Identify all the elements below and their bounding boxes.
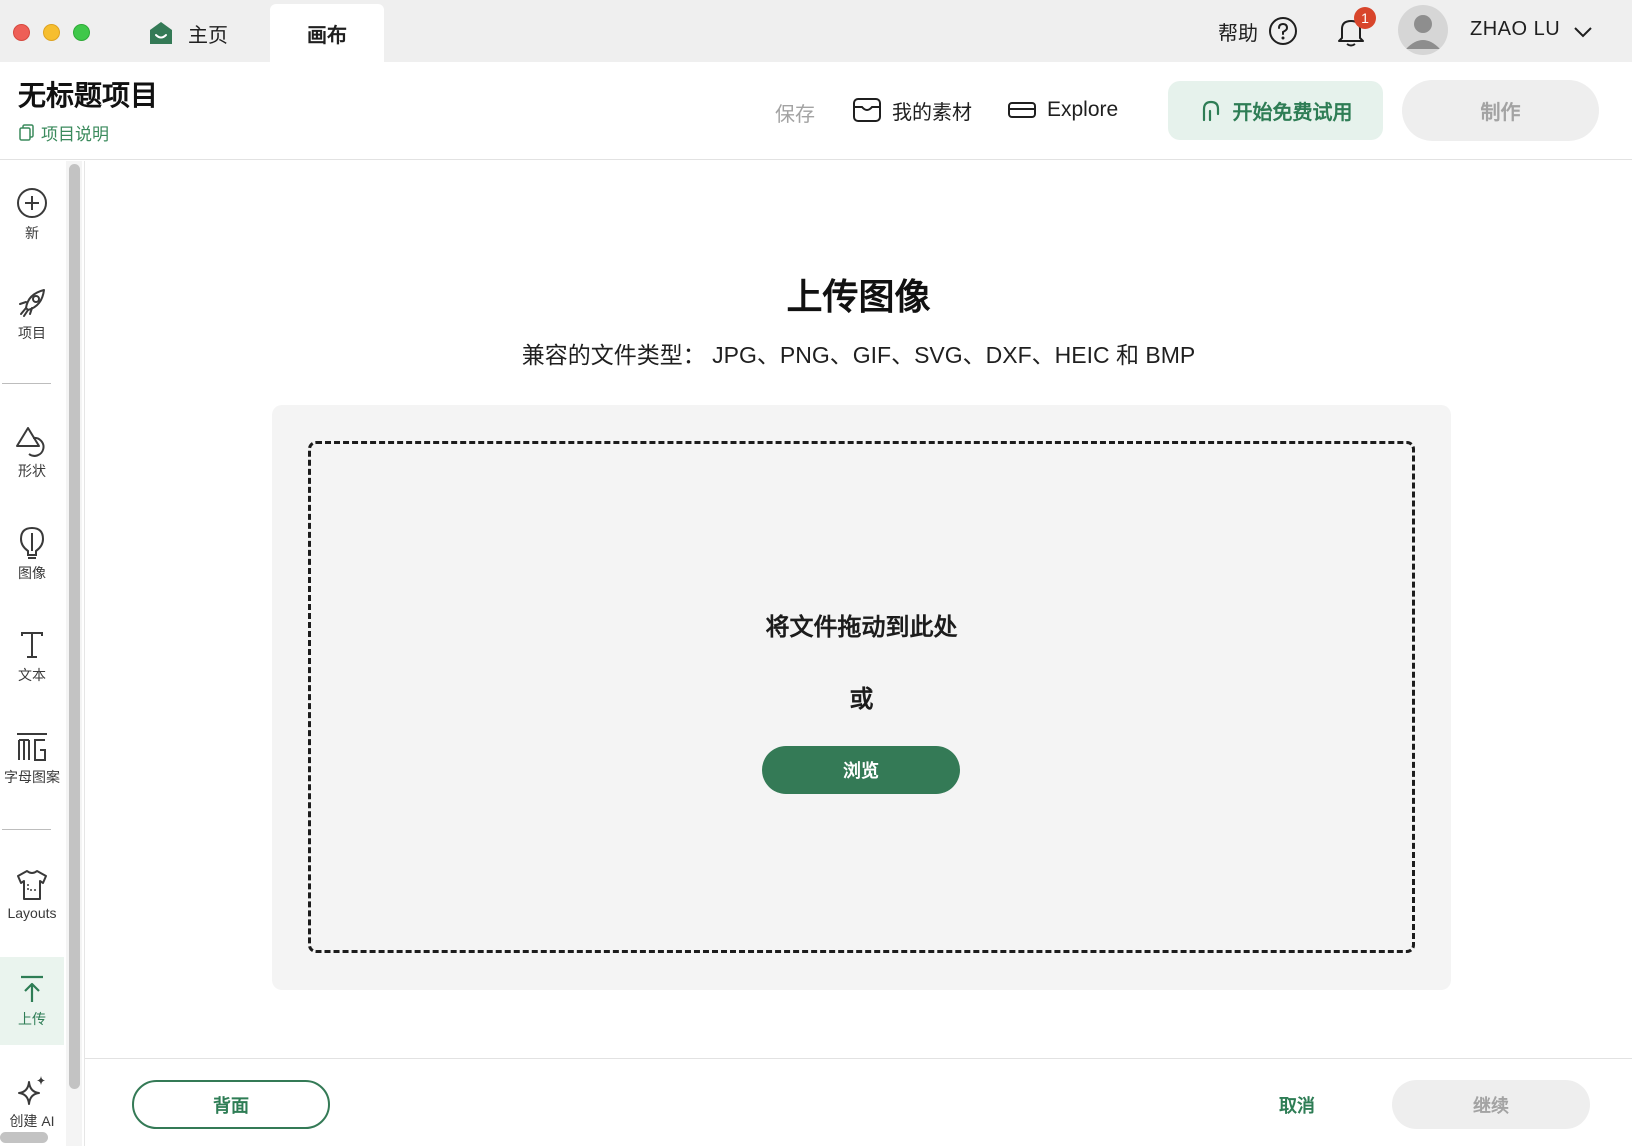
username[interactable]: ZHAO LU	[1470, 18, 1560, 41]
window-minimize-button[interactable]	[43, 24, 60, 41]
sidebar-item-label: Layouts	[7, 905, 57, 921]
project-description-link[interactable]: 项目说明	[19, 120, 109, 145]
sidebar-item-label: 字母图案	[4, 769, 60, 785]
chevron-down-icon[interactable]	[1572, 21, 1594, 43]
save-button[interactable]: 保存	[775, 98, 815, 127]
rocket-icon	[16, 285, 48, 321]
project-title[interactable]: 无标题项目	[18, 74, 158, 114]
shapes-icon	[15, 423, 49, 459]
make-button[interactable]: 制作	[1402, 80, 1599, 141]
sidebar-item-upload[interactable]: 上传	[0, 957, 64, 1045]
sidebar-divider	[2, 829, 51, 830]
sidebar-item-projects[interactable]: 项目	[0, 285, 64, 343]
sidebar-item-label: 新	[25, 225, 39, 241]
upload-title: 上传图像	[786, 276, 931, 317]
sparkle-icon	[15, 1073, 49, 1109]
explore-button[interactable]: Explore	[1007, 92, 1118, 128]
continue-button[interactable]: 继续	[1392, 1080, 1590, 1129]
footer-divider	[85, 1058, 1632, 1059]
sidebar-item-new[interactable]: 新	[0, 185, 64, 243]
explore-icon	[1007, 99, 1037, 121]
compatible-file-types: 兼容的文件类型： JPG、PNG、GIF、SVG、DXF、HEIC 和 BMP	[521, 342, 1196, 368]
start-free-trial-button[interactable]: 开始免费试用	[1168, 81, 1383, 140]
browse-button[interactable]: 浏览	[762, 746, 960, 794]
cancel-button[interactable]: 取消	[1242, 1080, 1352, 1129]
tab-home-label: 主页	[188, 24, 228, 47]
sidebar-item-label: 项目	[18, 325, 46, 341]
sidebar-item-label: 文本	[18, 667, 46, 683]
sidebar-item-text[interactable]: 文本	[0, 627, 64, 685]
sidebar-item-label: 创建 AI	[9, 1113, 55, 1129]
text-icon	[18, 627, 46, 663]
start-free-trial-label: 开始免费试用	[1232, 102, 1353, 124]
monogram-icon	[15, 729, 49, 765]
tshirt-icon	[15, 867, 49, 903]
sidebar-item-create-ai[interactable]: 创建 AI	[0, 1073, 64, 1131]
inbox-icon	[852, 97, 882, 123]
drop-zone-text: 将文件拖动到此处	[765, 614, 958, 641]
sidebar-divider	[2, 383, 51, 384]
my-assets-label: 我的素材	[892, 101, 972, 124]
title-bar: 主页 画布 帮助 1 ZHAO LU	[0, 0, 1632, 62]
document-copy-icon	[19, 123, 35, 142]
lightbulb-icon	[18, 525, 46, 561]
file-drop-zone[interactable]: 将文件拖动到此处 或 浏览	[308, 441, 1415, 953]
sidebar-item-layouts[interactable]: Layouts	[0, 867, 64, 921]
user-avatar-icon	[1406, 15, 1440, 49]
sidebar-item-shapes[interactable]: 形状	[0, 423, 64, 481]
my-assets-button[interactable]: 我的素材	[852, 92, 972, 128]
upload-icon	[17, 971, 47, 1007]
sidebar-item-label: 形状	[18, 463, 46, 479]
notification-badge: 1	[1354, 7, 1376, 29]
tab-canvas[interactable]: 画布	[270, 4, 384, 62]
question-circle-icon	[1268, 16, 1298, 46]
sidebar-item-label: 图像	[18, 565, 46, 581]
project-header: 无标题项目 项目说明 保存 我的素材 Explore 开始免费试用 制作	[0, 62, 1632, 160]
window-close-button[interactable]	[13, 24, 30, 41]
home-icon	[148, 20, 174, 46]
help-button[interactable]: 帮助	[1218, 13, 1298, 49]
horizontal-scrollbar-thumb[interactable]	[0, 1132, 48, 1143]
sidebar-item-images[interactable]: 图像	[0, 525, 64, 583]
tab-home[interactable]: 主页	[148, 4, 268, 62]
trial-icon	[1199, 98, 1223, 124]
help-label: 帮助	[1218, 22, 1258, 45]
app-window: 主页 画布 帮助 1 ZHAO LU 无标题项目 项目说明 保存 我的素材 Ex…	[0, 0, 1632, 1146]
avatar[interactable]	[1398, 5, 1448, 55]
tab-canvas-label: 画布	[307, 24, 347, 47]
back-button[interactable]: 背面	[132, 1080, 330, 1129]
bell-icon	[1334, 20, 1368, 52]
window-maximize-button[interactable]	[73, 24, 90, 41]
project-description-label: 项目说明	[41, 125, 109, 144]
or-divider-text: 或	[849, 686, 874, 713]
plus-circle-icon	[16, 185, 48, 221]
sidebar-item-label: 上传	[18, 1011, 46, 1027]
sidebar-item-monogram[interactable]: 字母图案	[0, 729, 64, 787]
explore-label: Explore	[1047, 98, 1119, 121]
left-sidebar: 新 项目 形状 图像 文本 字母图案 Layouts 上传 创建 AI	[0, 161, 64, 1146]
sidebar-scrollbar-thumb[interactable]	[69, 164, 80, 1089]
notifications-button[interactable]: 1	[1334, 7, 1376, 52]
